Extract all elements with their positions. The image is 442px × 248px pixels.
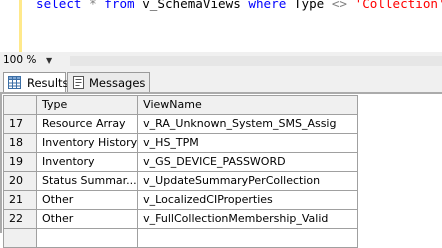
- table-row[interactable]: 17 Resource Array v_RA_Unknown_System_SM…: [3, 114, 359, 134]
- chevron-down-icon[interactable]: ▼: [46, 53, 52, 68]
- table-row[interactable]: 22 Other v_FullCollectionMembership_Vali…: [3, 209, 359, 229]
- row-number[interactable]: 19: [3, 152, 37, 172]
- horizontal-scrollbar[interactable]: [70, 56, 442, 66]
- row-number[interactable]: [3, 228, 37, 248]
- grid-corner[interactable]: [3, 95, 37, 115]
- row-number[interactable]: 17: [3, 114, 37, 134]
- cell-type[interactable]: Inventory: [35, 152, 139, 172]
- messages-icon: [73, 76, 84, 89]
- column-header-viewname[interactable]: ViewName: [137, 95, 359, 115]
- cell-viewname[interactable]: v_HS_TPM: [137, 133, 359, 153]
- zoom-bar: 100 % ▼: [0, 52, 442, 71]
- string-literal: 'Collection': [354, 0, 442, 11]
- cell-type[interactable]: Inventory History: [35, 133, 139, 153]
- table-row[interactable]: 18 Inventory History v_HS_TPM: [3, 133, 359, 153]
- zoom-value: 100 %: [3, 54, 37, 66]
- cell-viewname[interactable]: v_UpdateSummaryPerCollection: [137, 171, 359, 191]
- results-grid: Type ViewName 17 Resource Array v_RA_Unk…: [3, 95, 359, 248]
- editor-gutter: [0, 0, 22, 52]
- column-header-type[interactable]: Type: [35, 95, 139, 115]
- column-name: Type: [293, 0, 325, 11]
- table-row[interactable]: 19 Inventory v_GS_DEVICE_PASSWORD: [3, 152, 359, 172]
- query-line[interactable]: select * from v_SchemaViews where Type <…: [36, 0, 442, 11]
- tab-results-label: Results: [27, 76, 69, 90]
- row-number[interactable]: 20: [3, 171, 37, 191]
- header-row: Type ViewName: [3, 95, 359, 115]
- not-equal-operator: <>: [331, 0, 348, 11]
- row-number[interactable]: 18: [3, 133, 37, 153]
- table-name: v_SchemaViews: [142, 0, 241, 11]
- table-row-partial[interactable]: [3, 228, 359, 248]
- keyword-select: select: [36, 0, 82, 11]
- row-number[interactable]: 22: [3, 209, 37, 229]
- zoom-dropdown[interactable]: 100 % ▼: [2, 53, 68, 68]
- tab-messages[interactable]: Messages: [67, 72, 150, 92]
- cell-viewname[interactable]: v_FullCollectionMembership_Valid: [137, 209, 359, 229]
- table-row[interactable]: 20 Status Summar... v_UpdateSummaryPerCo…: [3, 171, 359, 191]
- star-operator: *: [89, 0, 97, 11]
- tab-messages-label: Messages: [89, 76, 146, 90]
- cell-type[interactable]: Other: [35, 209, 139, 229]
- keyword-where: where: [248, 0, 287, 11]
- results-tabstrip: Results Messages: [0, 70, 442, 92]
- table-row[interactable]: 21 Other v_LocalizedCIProperties: [3, 190, 359, 210]
- row-number[interactable]: 21: [3, 190, 37, 210]
- query-editor[interactable]: select * from v_SchemaViews where Type <…: [0, 0, 442, 53]
- cell-type[interactable]: Status Summar...: [35, 171, 139, 191]
- keyword-from: from: [104, 0, 135, 11]
- cell-viewname[interactable]: v_LocalizedCIProperties: [137, 190, 359, 210]
- cell-type[interactable]: Resource Array: [35, 114, 139, 134]
- cell-viewname[interactable]: v_GS_DEVICE_PASSWORD: [137, 152, 359, 172]
- grid-icon: [8, 76, 21, 89]
- cell-type[interactable]: [35, 228, 139, 248]
- cell-type[interactable]: Other: [35, 190, 139, 210]
- results-grid-container: Type ViewName 17 Resource Array v_RA_Unk…: [2, 94, 442, 248]
- cell-viewname[interactable]: v_RA_Unknown_System_SMS_Assig: [137, 114, 359, 134]
- tab-results[interactable]: Results: [3, 72, 69, 92]
- results-pane: Type ViewName 17 Resource Array v_RA_Unk…: [0, 92, 442, 248]
- cell-viewname[interactable]: [137, 228, 359, 248]
